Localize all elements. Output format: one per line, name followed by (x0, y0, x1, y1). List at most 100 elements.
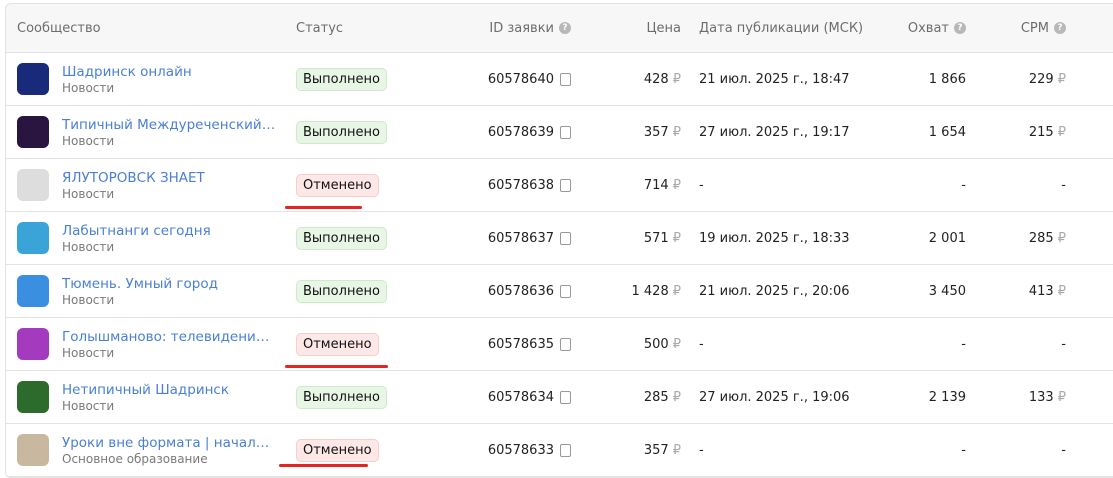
price-value: 428 (643, 71, 669, 87)
cpm-value: 229 (1028, 71, 1054, 87)
price-value: 714 (643, 177, 669, 193)
status-badge: Выполнено (296, 226, 387, 250)
order-id: 60578634 (487, 389, 554, 405)
price-value: 500 (643, 336, 669, 352)
status-cell: Выполнено (296, 106, 387, 158)
price-cell: 500 ₽ (644, 318, 681, 370)
cpm-cell: 133 ₽ (1029, 371, 1066, 423)
cpm-cell: - (1061, 318, 1066, 370)
ruble-icon: ₽ (1057, 71, 1066, 87)
community-cell: Голышманово: телевидение и ... Новости (17, 318, 287, 370)
community-name-link[interactable]: Лабытнанги сегодня (62, 223, 211, 239)
table-row[interactable]: ЯЛУТОРОВСК ЗНАЕТ Новости Отменено 605786… (6, 159, 1113, 212)
community-name-link[interactable]: Типичный Междуреченский (... (62, 117, 277, 133)
help-icon[interactable]: ? (559, 22, 571, 34)
order-id: 60578635 (487, 336, 554, 352)
id-cell: 60578634 (488, 371, 571, 423)
community-name-link[interactable]: Уроки вне формата | начальн... (62, 435, 277, 451)
community-name-link[interactable]: Шадринск онлайн (62, 64, 192, 80)
col-price[interactable]: Цена (646, 4, 681, 52)
copy-icon[interactable] (560, 178, 571, 192)
status-badge: Отменено (296, 438, 379, 462)
table-row[interactable]: Лабытнанги сегодня Новости Выполнено 605… (6, 212, 1113, 265)
annotation-underline (285, 365, 388, 368)
col-reach[interactable]: Охват? (908, 4, 966, 52)
reach-cell: - (961, 442, 966, 458)
price-cell: 285 ₽ (644, 371, 681, 423)
community-avatar[interactable] (17, 169, 49, 201)
help-icon[interactable]: ? (1054, 22, 1066, 34)
community-avatar[interactable] (17, 63, 49, 95)
table-row[interactable]: Голышманово: телевидение и ... Новости О… (6, 318, 1113, 371)
price-cell: 357 ₽ (644, 424, 681, 476)
id-cell: 60578638 (488, 159, 571, 211)
community-category: Новости (62, 239, 115, 254)
status-badge: Отменено (296, 332, 379, 356)
ruble-icon: ₽ (672, 442, 681, 458)
community-avatar[interactable] (17, 328, 49, 360)
price-value: 285 (643, 389, 669, 405)
community-category: Новости (62, 80, 115, 95)
ruble-icon: ₽ (1057, 283, 1066, 299)
copy-icon[interactable] (560, 284, 571, 298)
status-cell: Выполнено (296, 53, 387, 105)
community-category: Основное образование (62, 451, 208, 466)
price-value: 357 (643, 124, 669, 140)
price-value: 1 428 (631, 283, 669, 299)
help-icon[interactable]: ? (954, 22, 966, 34)
copy-icon[interactable] (560, 125, 571, 139)
community-cell: Типичный Междуреченский (... Новости (17, 106, 287, 158)
date-cell: 27 июл. 2025 г., 19:17 (699, 124, 850, 140)
price-cell: 571 ₽ (644, 212, 681, 264)
id-cell: 60578637 (488, 212, 571, 264)
copy-icon[interactable] (560, 72, 571, 86)
table-row[interactable]: Нетипичный Шадринск Новости Выполнено 60… (6, 371, 1113, 424)
status-cell: Отменено (296, 318, 379, 370)
community-cell: Лабытнанги сегодня Новости (17, 212, 287, 264)
annotation-underline (279, 464, 368, 467)
community-cell: Шадринск онлайн Новости (17, 53, 287, 105)
copy-icon[interactable] (560, 443, 571, 457)
reach-cell: 2 001 (928, 230, 966, 246)
copy-icon[interactable] (560, 337, 571, 351)
col-community[interactable]: Сообщество (17, 4, 287, 52)
ruble-icon: ₽ (672, 230, 681, 246)
cpm-value: 133 (1028, 389, 1054, 405)
community-avatar[interactable] (17, 381, 49, 413)
table-row[interactable]: Уроки вне формата | начальн... Основное … (6, 424, 1113, 477)
date-cell: 21 июл. 2025 г., 20:06 (699, 283, 850, 299)
date-cell: 21 июл. 2025 г., 18:47 (699, 71, 850, 87)
community-category: Новости (62, 345, 115, 360)
cpm-value: 413 (1028, 283, 1054, 299)
community-avatar[interactable] (17, 434, 49, 466)
community-avatar[interactable] (17, 222, 49, 254)
table-row[interactable]: Типичный Междуреченский (... Новости Вып… (6, 106, 1113, 159)
copy-icon[interactable] (560, 231, 571, 245)
price-cell: 714 ₽ (644, 159, 681, 211)
id-cell: 60578639 (488, 106, 571, 158)
cpm-value: - (1061, 336, 1066, 352)
community-avatar[interactable] (17, 116, 49, 148)
community-name-link[interactable]: Голышманово: телевидение и ... (62, 329, 277, 345)
community-name-link[interactable]: ЯЛУТОРОВСК ЗНАЕТ (62, 170, 205, 186)
cpm-cell: 285 ₽ (1029, 212, 1066, 264)
community-avatar[interactable] (17, 275, 49, 307)
date-cell: - (699, 177, 704, 193)
reach-cell: 2 139 (928, 389, 966, 405)
order-id: 60578638 (487, 177, 554, 193)
col-date[interactable]: Дата публикации (МСК) (699, 4, 863, 52)
status-cell: Отменено (296, 159, 379, 211)
date-cell: 27 июл. 2025 г., 19:06 (699, 389, 850, 405)
table-row[interactable]: Тюмень. Умный город Новости Выполнено 60… (6, 265, 1113, 318)
cpm-value: - (1061, 442, 1066, 458)
order-id: 60578637 (487, 230, 554, 246)
copy-icon[interactable] (560, 390, 571, 404)
col-status[interactable]: Статус (296, 4, 343, 52)
col-id[interactable]: ID заявки? (489, 4, 571, 52)
cpm-cell: - (1061, 424, 1066, 476)
reach-cell: 1 654 (928, 124, 966, 140)
community-name-link[interactable]: Нетипичный Шадринск (62, 382, 229, 398)
table-row[interactable]: Шадринск онлайн Новости Выполнено 605786… (6, 53, 1113, 106)
col-cpm[interactable]: CPM? (1021, 4, 1066, 52)
community-name-link[interactable]: Тюмень. Умный город (62, 276, 218, 292)
